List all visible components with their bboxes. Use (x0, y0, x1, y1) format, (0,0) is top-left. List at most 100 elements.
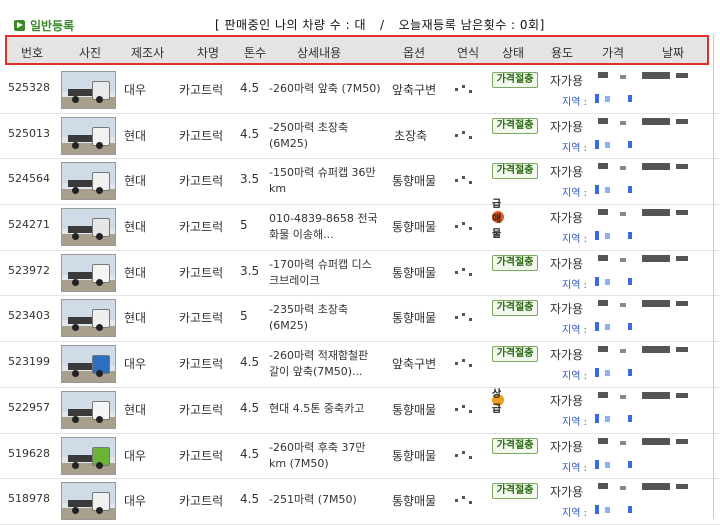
truck-thumbnail[interactable] (61, 208, 116, 247)
table-row[interactable]: 523403 현대 카고트럭 5 -235마력 초장축 (6M25) 통향매물 가격절충 자가… (0, 296, 720, 343)
option-cell: 초장축 (394, 128, 428, 143)
maker-cell: 현대 (124, 402, 147, 417)
tonnage-cell: 4.5 (240, 446, 260, 461)
region-blurred (595, 505, 599, 515)
region-label: 지역 : (562, 462, 587, 474)
option-cell: 통향매물 (392, 448, 437, 463)
region-blurred (595, 94, 599, 103)
truck-thumbnail[interactable] (61, 299, 116, 338)
detail-link[interactable]: -170마력 슈퍼캡 디스크브레이크 (269, 257, 381, 289)
col-tonnage: 톤수 (244, 46, 267, 60)
selling-count-text: [ 판매중인 나의 차량 수 : 대 (215, 18, 367, 32)
maker-cell: 현대 (124, 220, 147, 235)
region-blurred (595, 413, 599, 423)
model-cell: 카고트럭 (179, 83, 224, 97)
col-model: 차명 (197, 46, 220, 60)
table-row[interactable]: 524271 현대 카고트럭 5 010-4839-8658 전국화물 이송해... 통향… (0, 199, 720, 251)
truck-thumbnail[interactable] (61, 116, 116, 155)
truck-thumbnail[interactable] (61, 436, 116, 475)
region-blurred (628, 232, 632, 240)
date-blurred (642, 483, 670, 491)
thumb-wheel (72, 141, 79, 149)
listing-number[interactable]: 523199 (8, 355, 50, 368)
detail-link[interactable]: -250마력 초장축 (6M25) (269, 120, 381, 152)
maker-cell: 현대 (124, 265, 147, 280)
date-blurred (642, 209, 670, 217)
truck-thumbnail[interactable] (61, 253, 116, 292)
listing-number[interactable]: 525013 (8, 127, 50, 140)
truck-thumbnail[interactable] (61, 482, 116, 521)
region-blurred (605, 415, 610, 422)
option-cell: 통향매물 (392, 402, 437, 417)
thumb-cargo-bed (68, 317, 94, 325)
listing-number[interactable]: 524271 (8, 218, 50, 231)
status-text: 상급 (492, 388, 502, 415)
detail-link[interactable]: -260마력 후축 37만 km (7M50) (269, 440, 381, 472)
col-option: 옵션 (403, 46, 426, 60)
listing-number[interactable]: 518978 (8, 492, 50, 505)
use-cell: 자가용 (550, 439, 584, 454)
table-row[interactable]: 524564 현대 카고트럭 3.5 -150마력 슈퍼캡 36만 km 통향매물 가격절충… (0, 159, 720, 206)
date-blurred (676, 484, 688, 490)
maker-cell: 대우 (124, 357, 147, 372)
thumb-cargo-bed (68, 454, 94, 462)
listing-number[interactable]: 523972 (8, 264, 50, 277)
thumb-wheel (96, 461, 103, 469)
col-price: 가격 (602, 46, 625, 60)
year-cell-blurred (453, 493, 475, 505)
table-row[interactable]: 525013 현대 카고트럭 4.5 -250마력 초장축 (6M25) 초장축 가격절충 자… (0, 114, 720, 160)
price-blurred (620, 166, 626, 171)
listing-number[interactable]: 523403 (8, 309, 50, 322)
truck-thumbnail[interactable] (61, 345, 116, 384)
model-cell: 카고트럭 (179, 402, 224, 417)
region-label: 지역 : (562, 279, 587, 291)
table-row[interactable]: 523199 대우 카고트럭 4.5 -260마력 적재함철판 갈이 앞축(7M50).… (0, 342, 720, 388)
truck-thumbnail[interactable] (61, 71, 116, 109)
price-blurred (598, 209, 608, 216)
maker-cell: 현대 (124, 311, 147, 326)
tonnage-cell: 4.5 (240, 400, 260, 415)
option-cell: 통향매물 (392, 174, 437, 189)
truck-thumbnail[interactable] (61, 390, 116, 429)
thumb-cargo-bed (68, 363, 94, 371)
table-row[interactable]: 522957 현대 카고트럭 4.5 현대 4.5톤 중축카고 통향매물 상급 자가용 지역 : (0, 388, 720, 434)
price-blurred (620, 394, 626, 399)
listing-number[interactable]: 525328 (8, 81, 50, 94)
listing-table-body: 525328 대우 카고트럭 4.5 -260마력 앞축 (7M50) 앞축구변 가격절충 자… (0, 68, 720, 525)
model-cell: 카고트럭 (179, 494, 224, 509)
use-cell: 자가용 (550, 302, 584, 317)
detail-link[interactable]: 010-4839-8658 전국화물 이송해... (269, 211, 381, 243)
detail-link[interactable]: -150마력 슈퍼캡 36만 km (269, 165, 381, 197)
price-blurred (620, 212, 626, 217)
detail-link[interactable]: -260마력 앞축 (7M50) (269, 81, 381, 97)
maker-cell: 현대 (124, 174, 147, 189)
table-row[interactable]: 525328 대우 카고트럭 4.5 -260마력 앞축 (7M50) 앞축구변 가격절충 자… (0, 68, 720, 114)
date-blurred (642, 163, 670, 171)
region-blurred (595, 276, 599, 286)
use-cell: 자가용 (550, 256, 584, 271)
use-cell: 자가용 (550, 74, 584, 88)
listing-number[interactable]: 519628 (8, 447, 50, 460)
play-bullet-icon (14, 20, 25, 31)
table-row[interactable]: 518978 대우 카고트럭 4.5 -251마력 (7M50) 통향매물 가격절충 자가용 지… (0, 479, 720, 525)
detail-link[interactable]: -235마력 초장축 (6M25) (269, 302, 381, 334)
region-blurred (595, 185, 599, 195)
thumb-cargo-bed (68, 134, 94, 142)
thumb-cargo-bed (68, 226, 94, 234)
detail-link[interactable]: 현대 4.5톤 중축카고 (269, 401, 381, 417)
detail-link[interactable]: -251마력 (7M50) (269, 492, 381, 508)
thumb-wheel (72, 461, 79, 469)
general-registration-tab[interactable]: 일반등록 (14, 17, 74, 34)
date-blurred (642, 72, 670, 79)
date-blurred (676, 438, 688, 444)
detail-link[interactable]: -260마력 적재함철판 갈이 앞축(7M50)... (269, 348, 381, 380)
table-row[interactable]: 523972 현대 카고트럭 3.5 -170마력 슈퍼캡 디스크브레이크 통향매물 가격절… (0, 251, 720, 297)
table-row[interactable]: 519628 대우 카고트럭 4.5 -260마력 후축 37만 km (7M50) 통향… (0, 434, 720, 480)
price-blurred (598, 346, 608, 353)
listing-number[interactable]: 522957 (8, 401, 50, 414)
price-blurred (598, 163, 608, 170)
truck-thumbnail[interactable] (61, 162, 116, 201)
listing-number[interactable]: 524564 (8, 172, 50, 185)
option-cell: 통향매물 (392, 220, 437, 235)
region-blurred (605, 141, 610, 148)
